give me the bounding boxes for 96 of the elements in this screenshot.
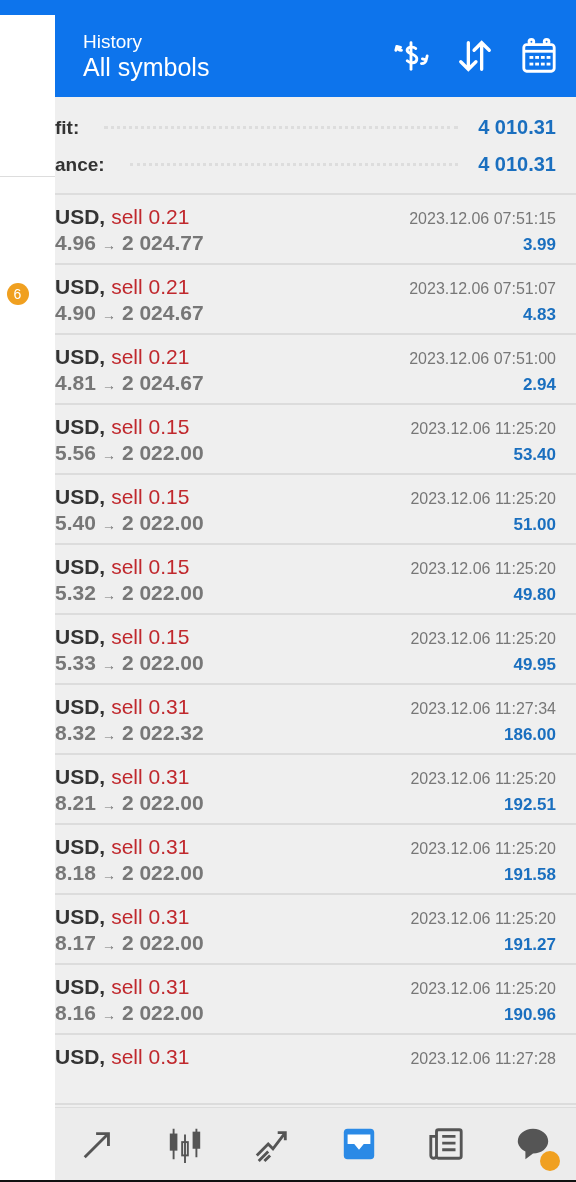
arrow-glyph: → xyxy=(101,1007,116,1023)
deal-symbol: USD, xyxy=(55,765,106,789)
deal-symbol: USD, xyxy=(55,205,106,229)
open-price: 8.16 xyxy=(55,1001,96,1025)
open-price: 5.56 xyxy=(55,441,96,465)
close-price: 2 022.00 xyxy=(121,511,204,535)
close-price: 2 024.77 xyxy=(121,231,204,255)
deal-type: sell 0.15 xyxy=(111,625,190,649)
deal-time: 2023.12.06 07:51:00 xyxy=(409,350,556,368)
deal-type: sell 0.31 xyxy=(111,975,190,999)
deal-time: 2023.12.06 11:25:20 xyxy=(410,910,556,928)
deal-type: sell 0.15 xyxy=(111,485,190,509)
deal-profit: 191.58 xyxy=(504,865,556,885)
deal-profit: 53.40 xyxy=(513,445,556,465)
open-price: 8.21 xyxy=(55,791,96,815)
open-price: 4.90 xyxy=(55,301,96,325)
summary-value: 4 010.31 xyxy=(478,116,556,139)
close-price: 2 022.32 xyxy=(121,721,204,745)
deal-time: 2023.12.06 11:25:20 xyxy=(410,560,556,578)
arrow-glyph: → xyxy=(101,797,116,813)
close-price: 2 022.00 xyxy=(121,581,204,605)
count-badge: 6 xyxy=(6,283,29,305)
deal-symbol: USD, xyxy=(55,695,106,719)
deal-symbol: USD, xyxy=(55,555,106,579)
deal-type: sell 0.31 xyxy=(111,1045,190,1069)
deal-type: sell 0.31 xyxy=(111,905,190,929)
summary-label: fit: xyxy=(55,116,80,139)
deal-time: 2023.12.06 11:27:28 xyxy=(410,1050,556,1068)
arrow-glyph: → xyxy=(101,447,116,463)
deal-time: 2023.12.06 11:25:20 xyxy=(410,980,556,998)
deal-symbol: USD, xyxy=(55,835,106,859)
deal-symbol: USD, xyxy=(55,415,106,439)
deal-type: sell 0.21 xyxy=(111,345,190,369)
calendar-icon[interactable] xyxy=(520,37,558,75)
screen-title: History xyxy=(83,30,144,53)
close-price: 2 024.67 xyxy=(121,371,204,395)
open-price: 5.32 xyxy=(55,581,96,605)
deal-profit: 190.96 xyxy=(504,1005,556,1025)
close-price: 2 022.00 xyxy=(121,1001,204,1025)
deal-type: sell 0.21 xyxy=(111,275,190,299)
close-price: 2 022.00 xyxy=(121,861,204,885)
arrow-glyph: → xyxy=(101,867,116,883)
deal-time: 2023.12.06 11:25:20 xyxy=(410,840,556,858)
deal-symbol: USD, xyxy=(55,1045,106,1069)
deal-profit: 2.94 xyxy=(522,375,556,395)
open-price: 5.40 xyxy=(55,511,96,535)
newspaper-icon[interactable] xyxy=(426,1125,465,1163)
deal-time: 2023.12.06 11:25:20 xyxy=(410,630,556,648)
close-price: 2 022.00 xyxy=(121,791,204,815)
deal-type: sell 0.31 xyxy=(111,695,190,719)
deal-symbol: USD, xyxy=(55,345,106,369)
deal-profit: 3.99 xyxy=(522,235,556,255)
open-price: 4.81 xyxy=(55,371,96,395)
close-price: 2 022.00 xyxy=(121,441,204,465)
deal-profit: 51.00 xyxy=(513,515,556,535)
arrow-glyph: → xyxy=(101,657,116,673)
deal-time: 2023.12.06 07:51:15 xyxy=(409,210,556,228)
arrow-glyph: → xyxy=(101,727,116,743)
deal-symbol: USD, xyxy=(55,905,106,929)
deal-type: sell 0.15 xyxy=(111,555,190,579)
summary-value: 4 010.31 xyxy=(478,153,556,176)
deal-profit: 192.51 xyxy=(504,795,556,815)
deal-symbol: USD, xyxy=(55,275,106,299)
open-price: 5.33 xyxy=(55,651,96,675)
deal-time: 2023.12.06 11:27:34 xyxy=(410,700,556,718)
deal-profit: 191.27 xyxy=(504,935,556,955)
open-price: 4.96 xyxy=(55,231,96,255)
arrow-glyph: → xyxy=(101,937,116,953)
close-price: 2 022.00 xyxy=(121,651,204,675)
deal-time: 2023.12.06 11:25:20 xyxy=(410,770,556,788)
deal-time: 2023.12.06 11:25:20 xyxy=(410,420,556,438)
close-price: 2 022.00 xyxy=(121,931,204,955)
deal-time: 2023.12.06 11:25:20 xyxy=(410,490,556,508)
symbol-filter[interactable]: All symbols xyxy=(83,52,366,82)
open-price: 8.17 xyxy=(55,931,96,955)
arrow-glyph: → xyxy=(101,377,116,393)
deal-profit: 49.80 xyxy=(513,585,556,605)
deal-profit: 49.95 xyxy=(513,655,556,675)
deal-type: sell 0.31 xyxy=(111,765,190,789)
open-price: 8.32 xyxy=(55,721,96,745)
deal-type: sell 0.15 xyxy=(111,415,190,439)
deal-time: 2023.12.06 07:51:07 xyxy=(409,280,556,298)
deal-type: sell 0.21 xyxy=(111,205,190,229)
deal-profit: 4.83 xyxy=(522,305,556,325)
arrow-glyph: → xyxy=(101,237,116,253)
deal-profit: 186.00 xyxy=(504,725,556,745)
close-price: 2 024.67 xyxy=(121,301,204,325)
summary-label: ance: xyxy=(55,153,105,176)
deal-symbol: USD, xyxy=(55,975,106,999)
arrow-glyph: → xyxy=(101,517,116,533)
arrow-glyph: → xyxy=(101,587,116,603)
open-price: 8.18 xyxy=(55,861,96,885)
deal-symbol: USD, xyxy=(55,485,106,509)
deal-symbol: USD, xyxy=(55,625,106,649)
arrow-glyph: → xyxy=(101,307,116,323)
deal-type: sell 0.31 xyxy=(111,835,190,859)
